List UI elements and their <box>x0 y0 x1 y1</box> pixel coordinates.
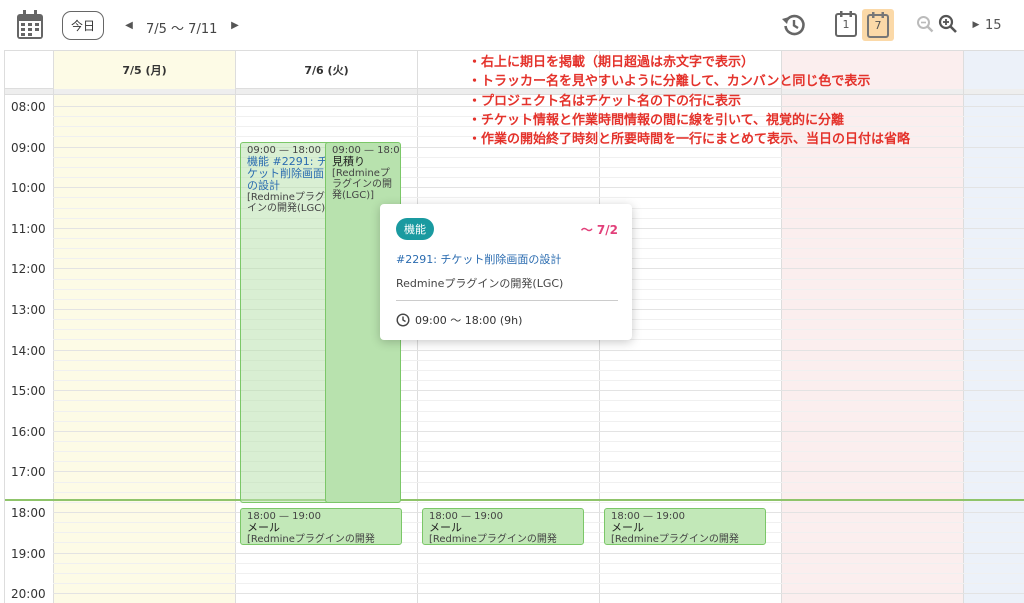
quarter-line <box>53 501 1024 503</box>
calendar-icon[interactable] <box>14 9 46 41</box>
due-date: 〜 7/2 <box>580 223 618 237</box>
calendar-app: 今日 ◀ 7/5 〜 7/11 ▶ 1 7 ▶ 15 7/5 (月) 7/6 (… <box>0 0 1024 603</box>
event-mail-thu[interactable]: 18:00 — 19:00 メール [Redmineプラグインの開発 <box>604 508 766 545</box>
day-header-tue[interactable]: 7/6 (火) <box>235 51 417 89</box>
work-time-text: 09:00 〜 18:00 (9h) <box>415 314 523 327</box>
zoom-out-icon[interactable] <box>915 14 935 34</box>
history-icon[interactable] <box>780 11 808 39</box>
column-divider <box>235 51 236 603</box>
event-mail-tue[interactable]: 18:00 — 19:00 メール [Redmineプラグインの開発 <box>240 508 402 545</box>
quarter-line <box>53 562 1024 564</box>
hour-line <box>53 390 1024 392</box>
work-time: 09:00 〜 18:00 (9h) <box>396 312 522 328</box>
time-label: 17:00 <box>11 465 46 480</box>
quarter-line <box>53 410 1024 412</box>
event-title: 機能 #2291: チケット削除画面の設計 <box>247 155 328 192</box>
event-title: 見積り <box>332 155 365 168</box>
annotation-line: ・プロジェクト名はチケット名の下の行に表示 <box>468 93 742 109</box>
hour-line <box>53 430 1024 432</box>
time-label: 18:00 <box>11 506 46 520</box>
quarter-line <box>53 369 1024 371</box>
next-week-icon[interactable]: ▶ <box>230 18 240 32</box>
quarter-line <box>53 420 1024 422</box>
day-header-sun[interactable] <box>963 51 1024 89</box>
quarter-line <box>53 380 1024 382</box>
date-range: 7/5 〜 7/11 <box>146 22 218 37</box>
annotation-notes: ・右上に期日を掲載（期日超過は赤文字で表示） ・トラッカー名を見やすいように分離… <box>468 53 910 149</box>
quarter-line <box>53 440 1024 442</box>
quarter-line <box>53 197 1024 199</box>
hour-line <box>53 552 1024 554</box>
week-view-number: 7 <box>874 19 882 32</box>
current-time-line <box>5 499 1024 501</box>
annotation-line: ・右上に期日を掲載（期日超過は赤文字で表示） <box>468 55 755 70</box>
quarter-line <box>53 491 1024 493</box>
prev-week-icon[interactable]: ◀ <box>124 18 134 32</box>
time-label: 19:00 <box>11 546 46 561</box>
time-label: 12:00 <box>11 262 46 277</box>
time-label: 20:00 <box>11 587 46 602</box>
time-label: 13:00 <box>11 303 46 317</box>
event-title: メール <box>611 521 644 534</box>
day-view-icon[interactable]: 1 <box>833 9 859 39</box>
time-label: 09:00 <box>11 140 46 155</box>
hour-line <box>53 187 1024 189</box>
event-title: メール <box>429 521 462 534</box>
quarter-line <box>53 177 1024 179</box>
today-column <box>53 51 235 603</box>
popover-divider <box>396 300 618 301</box>
zoom-in-icon[interactable] <box>937 13 959 35</box>
today-button[interactable]: 今日 <box>62 11 104 40</box>
event-project: [Redmineプラグインの開発 <box>611 534 739 545</box>
annotation-line: ・作業の開始終了時刻と所要時間を一行にまとめて表示、当日の日付は省略 <box>468 132 911 148</box>
issue-title-link[interactable]: #2291: チケット削除画面の設計 <box>396 251 561 267</box>
event-project: [Redmineプラグインの開発(LGC)] <box>247 192 330 214</box>
quarter-line <box>53 359 1024 361</box>
time-label: 16:00 <box>11 424 46 439</box>
zoom-level-arrow-icon[interactable]: ▶ <box>971 19 981 31</box>
tracker-badge: 機能 <box>396 218 434 240</box>
quarter-line <box>53 583 1024 585</box>
annotation-line: ・トラッカー名を見やすいように分離して、カンバンと同じ色で表示 <box>468 74 871 90</box>
day-view-number: 1 <box>842 18 850 31</box>
event-popover: 機能 〜 7/2 #2291: チケット削除画面の設計 Redmineプラグイン… <box>380 204 632 340</box>
event-mail-wed[interactable]: 18:00 — 19:00 メール [Redmineプラグインの開発 <box>422 508 584 545</box>
toolbar: 今日 ◀ 7/5 〜 7/11 ▶ 1 7 ▶ 15 <box>0 0 1024 52</box>
quarter-line <box>53 451 1024 453</box>
event-project: [Redmineプラグインの開発 <box>429 534 557 545</box>
annotation-line: ・チケット情報と作業時間情報の間に線を引いて、視覚的に分離 <box>468 112 844 128</box>
hour-line <box>53 471 1024 473</box>
quarter-line <box>53 156 1024 158</box>
clock-icon <box>396 313 410 327</box>
hour-line <box>53 349 1024 351</box>
zoom-level: 15 <box>985 18 1002 33</box>
column-divider <box>53 51 54 603</box>
quarter-line <box>53 481 1024 483</box>
quarter-line <box>53 400 1024 402</box>
column-divider <box>963 51 964 603</box>
event-feature-2291[interactable]: 09:00 — 18:00 機能 #2291: チケット削除画面の設計 [Red… <box>240 142 336 503</box>
project-name: Redmineプラグインの開発(LGC) <box>396 277 564 290</box>
week-view-icon[interactable]: 7 <box>862 9 894 41</box>
event-title: メール <box>247 521 280 534</box>
event-project: [Redmineプラグインの開発 <box>247 534 375 545</box>
time-label: 10:00 <box>11 181 46 196</box>
sunday-column <box>963 51 1024 603</box>
quarter-line <box>53 166 1024 168</box>
time-label: 11:00 <box>11 221 46 236</box>
event-project: [Redmineプラグインの開発(LGC)] <box>332 168 392 201</box>
quarter-line <box>53 572 1024 574</box>
time-label: 15:00 <box>11 384 46 399</box>
quarter-line <box>53 461 1024 463</box>
day-header-mon[interactable]: 7/5 (月) <box>53 51 235 89</box>
time-label: 08:00 <box>11 100 46 114</box>
hour-line <box>53 593 1024 595</box>
time-label: 14:00 <box>11 343 46 358</box>
